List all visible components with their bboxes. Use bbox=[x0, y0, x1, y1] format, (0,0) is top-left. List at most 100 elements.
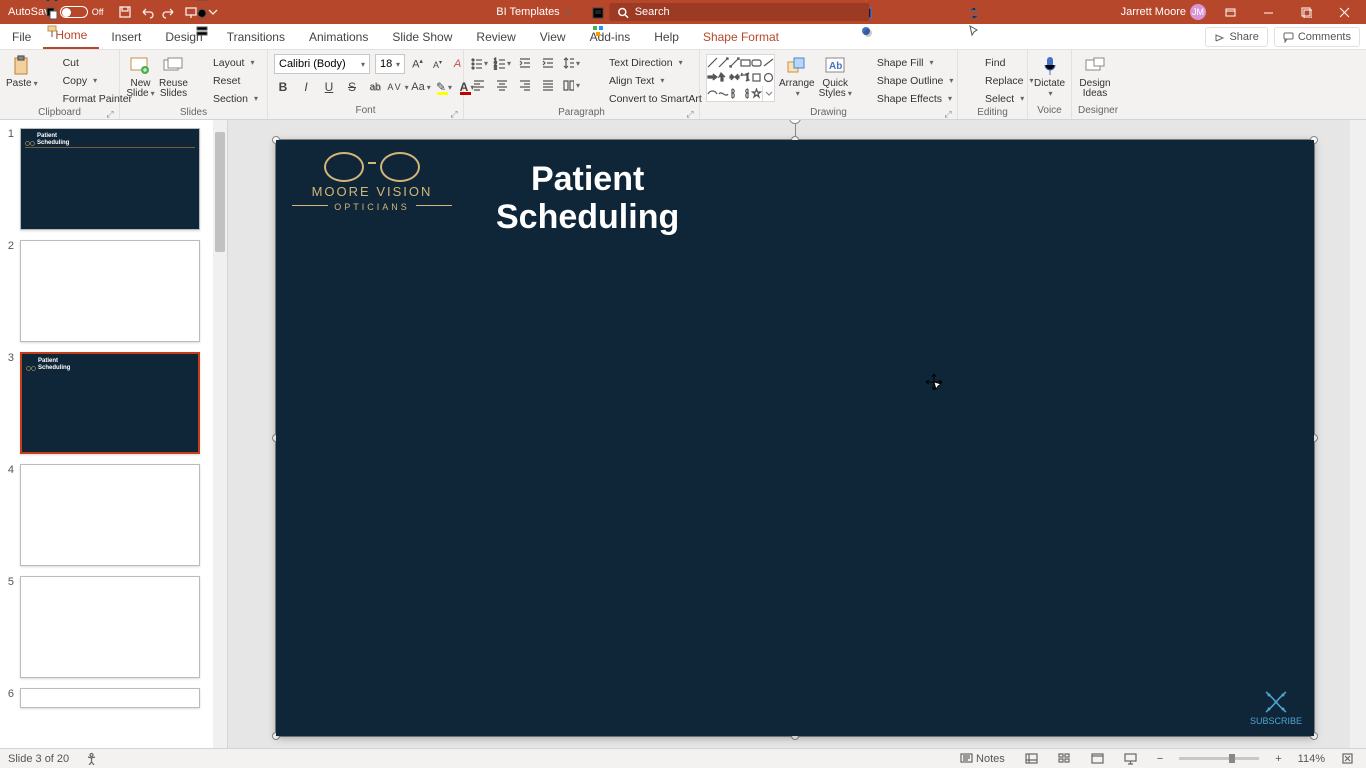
align-center-button[interactable] bbox=[493, 76, 511, 94]
highlight-button[interactable]: ✎▾ bbox=[435, 78, 453, 96]
thumbnail-3[interactable]: 3 PatientScheduling bbox=[0, 350, 213, 462]
thumbnail-1[interactable]: 1 PatientScheduling bbox=[0, 126, 213, 238]
tab-view[interactable]: View bbox=[528, 25, 578, 49]
shapes-gallery[interactable] bbox=[706, 54, 775, 102]
clear-formatting-button[interactable]: A bbox=[450, 55, 465, 73]
qat-more-button[interactable] bbox=[206, 5, 220, 19]
slide-title[interactable]: Patient Scheduling bbox=[496, 160, 679, 236]
brand-name: MOORE VISION bbox=[292, 184, 452, 199]
rotate-handle[interactable] bbox=[789, 120, 801, 124]
drawing-launcher[interactable]: ⤢ bbox=[943, 109, 953, 119]
font-name-combo[interactable]: Calibri (Body)▾ bbox=[274, 54, 370, 74]
shape-effects-icon bbox=[859, 92, 873, 106]
thumbnail-2[interactable]: 2 bbox=[0, 238, 213, 350]
section-button[interactable]: Section▾ bbox=[192, 90, 261, 107]
thumbnail-4[interactable]: 4 bbox=[0, 462, 213, 574]
tab-slideshow[interactable]: Slide Show bbox=[380, 25, 464, 49]
arrange-button[interactable]: Arrange▾ bbox=[779, 54, 815, 99]
dna-icon bbox=[1261, 690, 1291, 714]
select-button[interactable]: Select▾ bbox=[964, 90, 1037, 107]
tab-insert[interactable]: Insert bbox=[99, 25, 153, 49]
underline-button[interactable]: U bbox=[320, 78, 338, 96]
document-title-text: BI Templates bbox=[496, 6, 559, 18]
line-spacing-button[interactable]: ▾ bbox=[562, 54, 580, 72]
tab-review[interactable]: Review bbox=[464, 25, 527, 49]
normal-view-button[interactable] bbox=[1021, 752, 1042, 765]
redo-button[interactable] bbox=[162, 5, 176, 19]
scrollbar-thumb[interactable] bbox=[215, 132, 225, 252]
paste-button[interactable]: Paste▾ bbox=[6, 54, 38, 89]
slide-canvas-area[interactable]: MOORE VISION OPTICIANS Patient Schedulin… bbox=[228, 120, 1366, 748]
start-from-beginning-button[interactable] bbox=[184, 5, 198, 19]
strike-button[interactable]: S bbox=[343, 78, 361, 96]
accessibility-button[interactable] bbox=[81, 752, 102, 765]
columns-icon bbox=[562, 78, 574, 92]
fit-to-window-button[interactable] bbox=[1337, 752, 1358, 765]
increase-indent-button[interactable] bbox=[539, 54, 557, 72]
bullets-button[interactable]: ▾ bbox=[470, 54, 488, 72]
design-ideas-button[interactable]: Design Ideas bbox=[1078, 54, 1112, 99]
zoom-out-button[interactable]: − bbox=[1153, 753, 1167, 765]
undo-button[interactable] bbox=[140, 5, 154, 19]
bold-button[interactable]: B bbox=[274, 78, 292, 96]
notes-button[interactable]: Notes bbox=[956, 752, 1009, 765]
glasses-icon bbox=[25, 133, 35, 138]
avatar: JM bbox=[1190, 4, 1206, 20]
close-button[interactable] bbox=[1330, 1, 1358, 23]
dictate-button[interactable]: Dictate▾ bbox=[1034, 54, 1065, 99]
new-slide-button[interactable]: New Slide▾ bbox=[126, 54, 155, 99]
char-spacing-button[interactable]: AV▾ bbox=[389, 78, 407, 96]
thumbnails-scrollbar[interactable] bbox=[213, 120, 227, 748]
zoom-slider[interactable] bbox=[1179, 757, 1259, 760]
decrease-indent-button[interactable] bbox=[516, 54, 534, 72]
thumbnail-6[interactable]: 6 bbox=[0, 686, 213, 708]
share-button[interactable]: Share bbox=[1205, 27, 1267, 47]
save-button[interactable] bbox=[118, 5, 132, 19]
align-right-icon bbox=[518, 78, 532, 92]
zoom-in-button[interactable]: + bbox=[1271, 753, 1285, 765]
text-direction-button[interactable]: Text Direction▾ bbox=[588, 54, 715, 71]
columns-button[interactable]: ▾ bbox=[562, 76, 580, 94]
thumbnail-5[interactable]: 5 bbox=[0, 574, 213, 686]
decrease-font-button[interactable]: A▾ bbox=[430, 55, 445, 73]
maximize-button[interactable] bbox=[1292, 1, 1320, 23]
ribbon-display-button[interactable] bbox=[1216, 1, 1244, 23]
slide-sorter-button[interactable] bbox=[1054, 752, 1075, 765]
minimize-icon bbox=[1263, 7, 1274, 18]
paragraph-launcher[interactable]: ⤢ bbox=[685, 109, 695, 119]
tab-addins[interactable]: Add-ins bbox=[578, 25, 643, 49]
convert-smartart-button[interactable]: Convert to SmartArt▾ bbox=[588, 90, 715, 107]
quick-styles-button[interactable]: Ab Quick Styles▾ bbox=[819, 54, 852, 99]
search-input[interactable]: Search bbox=[610, 3, 870, 21]
shape-effects-button[interactable]: Shape Effects▾ bbox=[856, 90, 957, 107]
font-color-button[interactable]: A▾ bbox=[458, 78, 476, 96]
justify-button[interactable] bbox=[539, 76, 557, 94]
tab-shape-format[interactable]: Shape Format bbox=[691, 25, 791, 49]
numbering-button[interactable]: 123▾ bbox=[493, 54, 511, 72]
tab-help[interactable]: Help bbox=[642, 25, 691, 49]
document-title[interactable]: BI Templates ▾ bbox=[496, 6, 569, 18]
slideshow-view-button[interactable] bbox=[1120, 752, 1141, 765]
user-account[interactable]: Jarrett Moore JM bbox=[1121, 4, 1206, 20]
change-case-button[interactable]: Aa▾ bbox=[412, 78, 430, 96]
tab-animations[interactable]: Animations bbox=[297, 25, 380, 49]
canvas-scrollbar[interactable] bbox=[1350, 120, 1366, 748]
glasses-icon bbox=[292, 152, 452, 182]
reading-view-button[interactable] bbox=[1087, 752, 1108, 765]
increase-font-button[interactable]: A▴ bbox=[410, 55, 425, 73]
group-drawing: Arrange▾ Ab Quick Styles▾ Shape Fill▾ Sh… bbox=[700, 50, 958, 119]
align-text-button[interactable]: Align Text▾ bbox=[588, 72, 715, 89]
slide[interactable]: MOORE VISION OPTICIANS Patient Schedulin… bbox=[276, 140, 1314, 736]
tab-transitions[interactable]: Transitions bbox=[215, 25, 297, 49]
minimize-button[interactable] bbox=[1254, 1, 1282, 23]
text-shadow-button[interactable]: ab bbox=[366, 78, 384, 96]
align-right-button[interactable] bbox=[516, 76, 534, 94]
clipboard-launcher[interactable]: ⤢ bbox=[105, 109, 115, 119]
font-launcher[interactable]: ⤢ bbox=[449, 109, 459, 119]
zoom-level[interactable]: 114% bbox=[1298, 753, 1325, 765]
comments-button[interactable]: Comments bbox=[1274, 27, 1360, 47]
reuse-slides-button[interactable]: Reuse Slides bbox=[159, 54, 188, 99]
font-size-combo[interactable]: 18▾ bbox=[375, 54, 405, 74]
italic-button[interactable]: I bbox=[297, 78, 315, 96]
tab-file[interactable]: File bbox=[0, 25, 43, 49]
